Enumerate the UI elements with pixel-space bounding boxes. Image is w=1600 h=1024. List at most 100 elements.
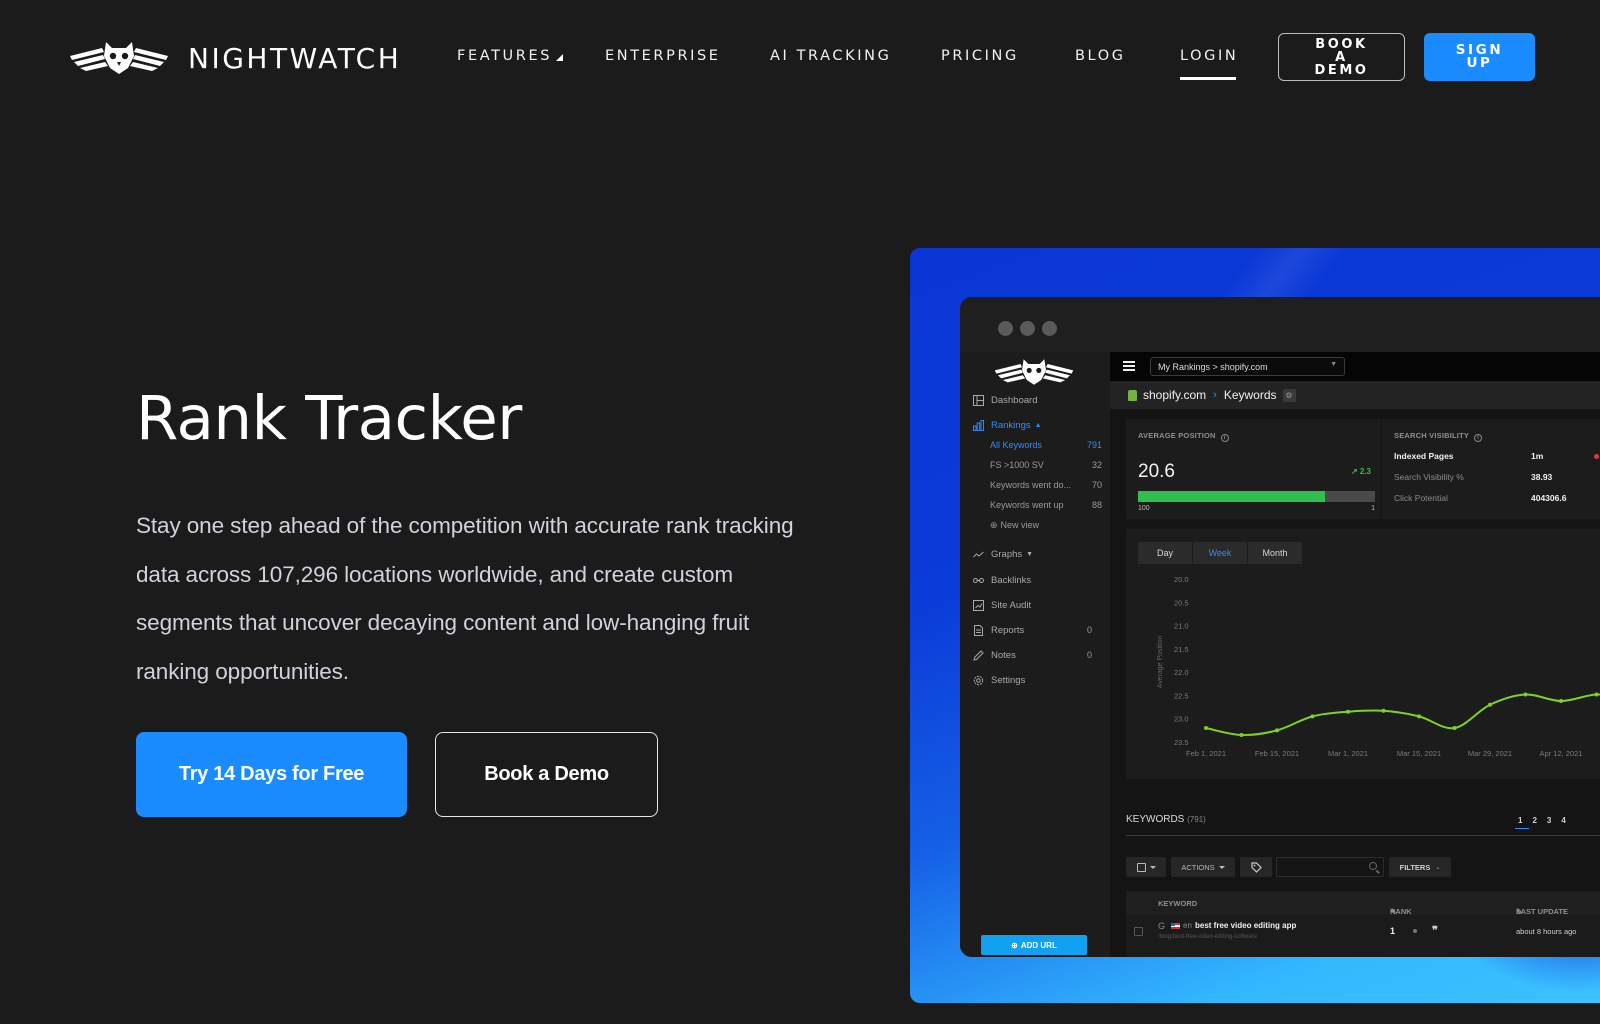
- alert-dot-icon: [1594, 454, 1599, 459]
- notes-count: 0: [1086, 650, 1092, 660]
- book-demo-button[interactable]: Book a Demo: [435, 732, 658, 817]
- page-1[interactable]: 1: [1514, 816, 1531, 829]
- sidebar-item-backlinks[interactable]: Backlinks: [972, 574, 1031, 586]
- sidebar-item-dashboard[interactable]: Dashboard: [972, 394, 1037, 406]
- nav-login[interactable]: LOGIN: [1180, 48, 1238, 64]
- collapse-caret-icon: ▲: [1034, 421, 1042, 429]
- click-potential-row: Click Potential 404306.6: [1394, 493, 1567, 503]
- page-3[interactable]: 3: [1547, 816, 1551, 825]
- chevron-down-icon: ⌄: [1435, 864, 1441, 871]
- tab-day[interactable]: Day: [1138, 542, 1192, 564]
- google-icon: G: [1158, 921, 1166, 931]
- nav-ai-tracking[interactable]: AI TRACKING: [770, 48, 891, 64]
- view-keywords-went-down[interactable]: Keywords went do... 70: [990, 480, 1102, 490]
- data-point[interactable]: [1594, 692, 1599, 697]
- data-point[interactable]: [1381, 708, 1386, 713]
- window-titlebar: [960, 297, 1600, 352]
- average-position-delta: ↗ 2.3: [1350, 467, 1371, 476]
- active-link-underline: [1180, 77, 1236, 80]
- data-point[interactable]: [1204, 726, 1208, 731]
- x-tick-label: Mar 1, 2021: [1328, 749, 1368, 758]
- sign-up-button[interactable]: SIGN UP: [1424, 33, 1535, 81]
- y-tick-label: 21.0: [1174, 622, 1189, 631]
- checkbox-icon: [1136, 862, 1146, 872]
- expand-caret-icon: ▼: [1026, 550, 1034, 558]
- app-main: My Rankings > shopify.com ▼ shopify.com …: [1110, 352, 1600, 957]
- add-url-button[interactable]: ⊕ ADD URL: [981, 935, 1087, 955]
- nav-pricing[interactable]: PRICING: [941, 48, 1019, 64]
- data-point[interactable]: [1559, 699, 1563, 704]
- page-4[interactable]: 4: [1561, 816, 1565, 825]
- tag-button[interactable]: [1240, 857, 1272, 877]
- free-trial-button[interactable]: Try 14 Days for Free: [136, 732, 407, 817]
- row-checkbox[interactable]: [1134, 927, 1143, 936]
- x-tick-label: Feb 15, 2021: [1255, 749, 1299, 758]
- keywords-count: (791): [1187, 815, 1206, 824]
- info-icon[interactable]: i: [1474, 434, 1483, 442]
- info-icon[interactable]: i: [1220, 434, 1229, 442]
- x-tick-label: Mar 15, 2021: [1397, 749, 1441, 758]
- nav-features[interactable]: FEATURES: [457, 48, 564, 64]
- data-point[interactable]: [1310, 714, 1315, 719]
- brand-name: NIGHTWATCH: [188, 41, 402, 75]
- data-point[interactable]: [1346, 709, 1350, 714]
- sidebar-item-rankings[interactable]: Rankings ▲: [972, 419, 1042, 431]
- tab-week[interactable]: Week: [1193, 542, 1247, 564]
- keyword-url[interactable]: /blog/best-free-video-editing-software: [1158, 934, 1257, 940]
- scale-max-label: 1: [1371, 505, 1375, 512]
- menu-icon[interactable]: [1123, 361, 1135, 371]
- nav-blog[interactable]: BLOG: [1075, 48, 1126, 64]
- sidebar-item-site-audit[interactable]: Site Audit: [972, 599, 1031, 611]
- page-2[interactable]: 2: [1532, 816, 1536, 825]
- data-point[interactable]: [1523, 692, 1528, 697]
- y-tick-label: 20.5: [1174, 598, 1189, 607]
- brand-logo[interactable]: NIGHTWATCH: [68, 38, 401, 78]
- dropdown-caret-icon: [556, 54, 564, 61]
- book-demo-nav-button[interactable]: BOOK A DEMO: [1278, 33, 1405, 81]
- table-row[interactable]: G en best free video editing app /blog/b…: [1126, 915, 1600, 957]
- view-keywords-went-up[interactable]: Keywords went up 88: [990, 500, 1102, 510]
- search-visibility-card: SEARCH VISIBILITY i Indexed Pages 1m Sear…: [1382, 419, 1600, 519]
- actions-dropdown[interactable]: ACTIONS: [1171, 857, 1235, 877]
- y-tick-label: 23.0: [1174, 715, 1189, 724]
- data-point[interactable]: [1488, 702, 1492, 707]
- sidebar-item-reports[interactable]: Reports 0: [972, 624, 1100, 636]
- status-dot-icon: [1413, 929, 1417, 933]
- y-tick-label: 22.5: [1174, 691, 1189, 700]
- column-keyword[interactable]: KEYWORD: [1158, 899, 1197, 908]
- filters-dropdown[interactable]: FILTERS ⌄: [1389, 857, 1451, 877]
- data-point[interactable]: [1417, 714, 1421, 719]
- hero-description: Stay one step ahead of the competition w…: [136, 513, 794, 684]
- view-all-keywords[interactable]: All Keywords 791: [990, 440, 1102, 450]
- plus-circle-icon: ⊕: [990, 520, 998, 530]
- sidebar-item-graphs[interactable]: Graphs ▼: [972, 548, 1033, 560]
- tab-month[interactable]: Month: [1248, 542, 1302, 564]
- nav-enterprise[interactable]: ENTERPRISE: [605, 48, 721, 64]
- gear-icon[interactable]: ⚙: [1282, 388, 1296, 402]
- site-selector[interactable]: My Rankings > shopify.com ▼: [1150, 357, 1345, 376]
- pagination: 1 2 3 4: [1514, 816, 1576, 829]
- dashboard-icon: [972, 394, 984, 406]
- sidebar-item-settings[interactable]: Settings: [972, 674, 1025, 686]
- chevron-down-icon: ▼: [1330, 361, 1337, 368]
- language-code: en: [1183, 921, 1192, 930]
- keyword-search-input[interactable]: [1276, 857, 1384, 877]
- sidebar-item-notes[interactable]: Notes 0: [972, 649, 1100, 661]
- select-all-dropdown[interactable]: [1126, 857, 1166, 877]
- search-visibility-row: Search Visibility % 38.93: [1394, 472, 1553, 482]
- window-dot-icon: [1042, 321, 1057, 336]
- breadcrumb-site[interactable]: shopify.com: [1143, 388, 1206, 402]
- data-point[interactable]: [1239, 733, 1244, 738]
- keyword-text[interactable]: best free video editing app: [1195, 921, 1296, 930]
- gear-icon: [972, 674, 984, 686]
- view-fs-1000-sv[interactable]: FS >1000 SV 32: [990, 460, 1102, 470]
- rank-value: 1: [1390, 926, 1396, 936]
- data-point[interactable]: [1452, 726, 1457, 731]
- bar-chart-icon: [972, 419, 984, 431]
- featured-snippet-icon: ❞: [1432, 925, 1438, 937]
- link-icon: [972, 574, 984, 586]
- data-point[interactable]: [1275, 728, 1279, 733]
- y-axis-label: Average Position: [1157, 635, 1164, 688]
- app-window: Dashboard Rankings ▲ All Keywords 791 FS …: [960, 297, 1600, 957]
- new-view-link[interactable]: ⊕ New view: [990, 520, 1102, 531]
